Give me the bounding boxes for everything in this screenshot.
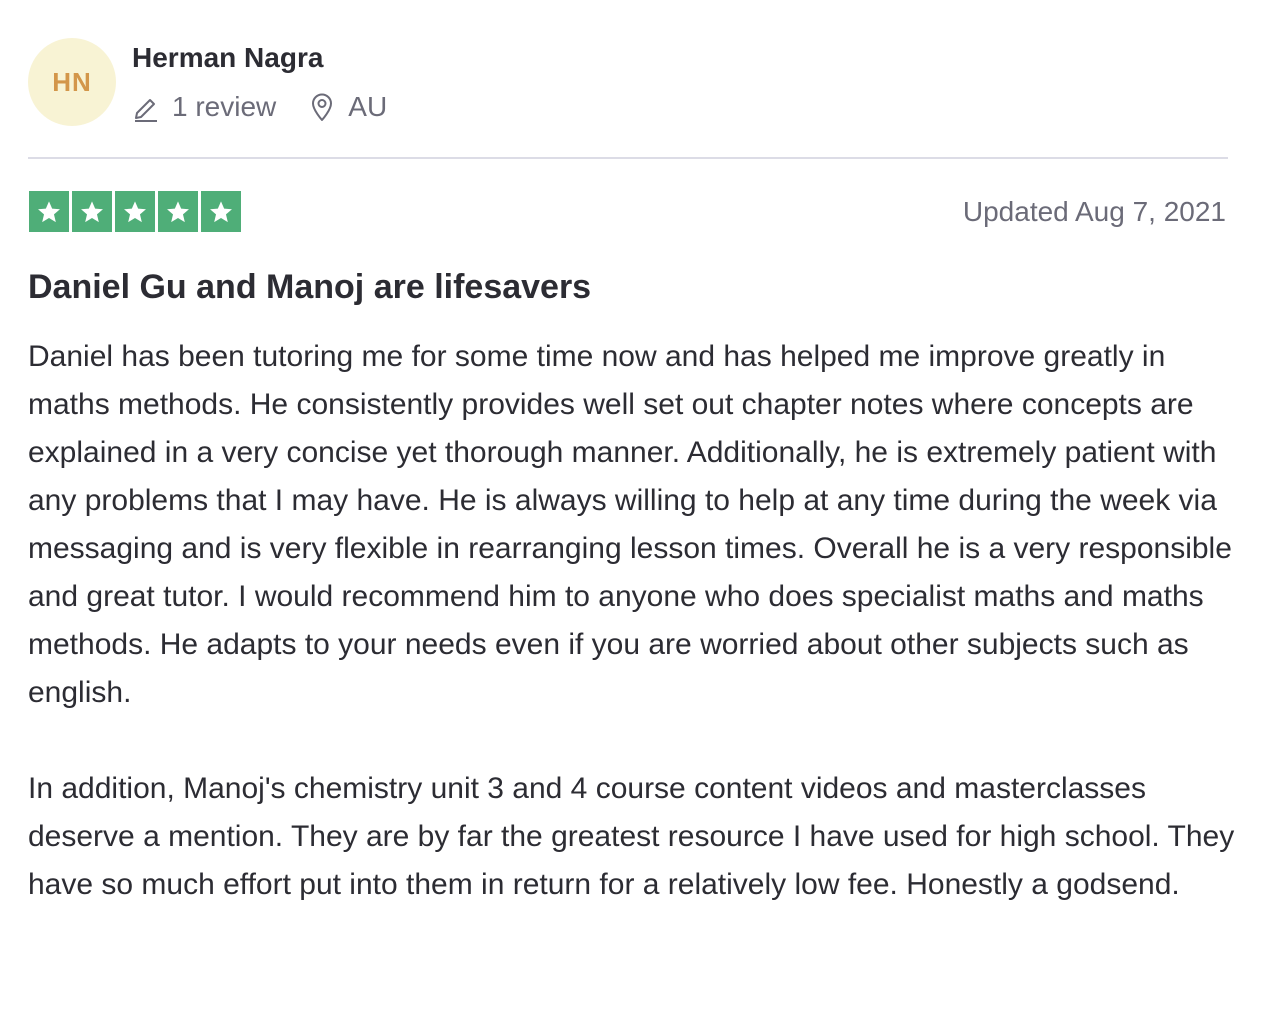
review-count-text: 1 review: [172, 91, 277, 122]
avatar[interactable]: HN: [28, 38, 116, 126]
country-text: AU: [348, 91, 388, 122]
star-icon: [201, 191, 241, 232]
location-pin-icon: [308, 91, 336, 123]
review-count: 1 review: [132, 91, 276, 123]
star-icon: [115, 191, 155, 232]
reviewer-name[interactable]: Herman Nagra: [132, 42, 323, 74]
divider: [28, 157, 1228, 159]
review-paragraph: Daniel has been tutoring me for some tim…: [28, 340, 1232, 709]
review-body: Daniel has been tutoring me for some tim…: [28, 333, 1238, 909]
review-paragraph: In addition, Manoj's chemistry unit 3 an…: [28, 772, 1235, 901]
pencil-icon: [132, 91, 160, 123]
review-card: HN Herman Nagra 1 review AU Updated Aug …: [0, 0, 1264, 1026]
reviewer-meta: 1 review AU: [132, 88, 387, 126]
avatar-initials: HN: [52, 66, 92, 97]
reviewer-location: AU: [308, 91, 387, 123]
review-date: Updated Aug 7, 2021: [962, 196, 1226, 227]
star-rating: [29, 191, 241, 232]
star-icon: [29, 191, 69, 232]
star-icon: [72, 191, 112, 232]
star-icon: [158, 191, 198, 232]
review-title[interactable]: Daniel Gu and Manoj are lifesavers: [28, 268, 591, 307]
